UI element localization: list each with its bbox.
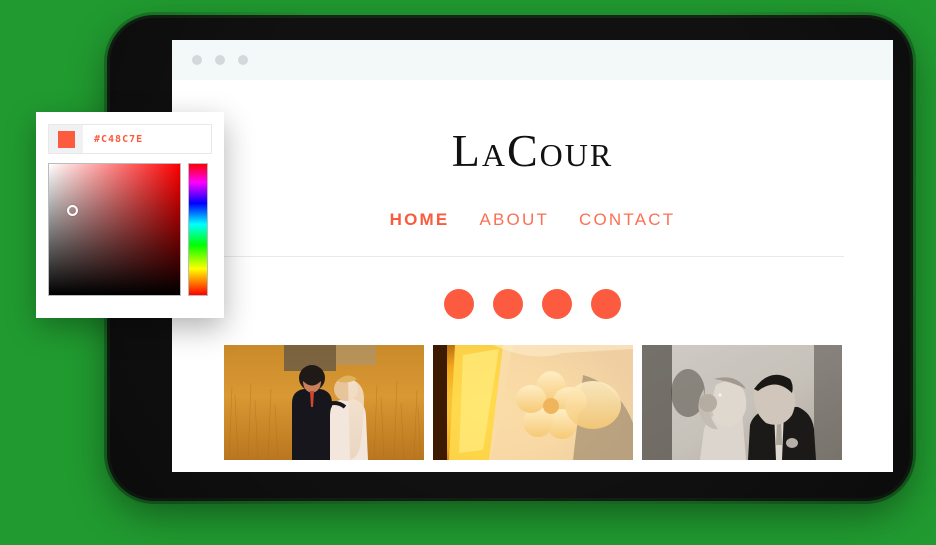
- site-logo: LaCour: [451, 125, 614, 176]
- brand-dot-2[interactable]: [493, 289, 523, 319]
- site-navigation: HOME ABOUT CONTACT: [172, 210, 893, 230]
- nav-item-home[interactable]: HOME: [390, 210, 450, 230]
- nav-item-about[interactable]: ABOUT: [479, 210, 549, 230]
- hex-value-input[interactable]: #C48C7E: [83, 134, 211, 145]
- traffic-light-close-icon[interactable]: [192, 55, 202, 65]
- color-chip-icon: [57, 130, 75, 148]
- sv-cursor-handle[interactable]: [67, 205, 78, 216]
- photo-gallery: [172, 345, 893, 460]
- current-color-swatch[interactable]: [49, 125, 83, 153]
- saturation-value-square[interactable]: [48, 163, 181, 296]
- brand-dot-4[interactable]: [591, 289, 621, 319]
- photo-wedding-couple-field[interactable]: [223, 345, 424, 460]
- color-swatch-bar: #C48C7E: [48, 124, 212, 154]
- photo-couple-bw[interactable]: [641, 345, 842, 460]
- brand-dot-1[interactable]: [444, 289, 474, 319]
- website-content: LaCour HOME ABOUT CONTACT: [172, 80, 893, 472]
- hue-slider-strip[interactable]: [188, 163, 208, 296]
- photo-floral-detail[interactable]: [432, 345, 633, 460]
- browser-titlebar: [172, 40, 893, 80]
- nav-divider: [221, 256, 844, 257]
- color-picker-panel: #C48C7E: [36, 112, 224, 318]
- browser-window: LaCour HOME ABOUT CONTACT: [172, 40, 893, 472]
- traffic-light-maximize-icon[interactable]: [238, 55, 248, 65]
- nav-item-contact[interactable]: CONTACT: [579, 210, 675, 230]
- color-picker-body: [48, 163, 212, 296]
- traffic-light-minimize-icon[interactable]: [215, 55, 225, 65]
- brand-dot-3[interactable]: [542, 289, 572, 319]
- brand-dots-row: [172, 289, 893, 319]
